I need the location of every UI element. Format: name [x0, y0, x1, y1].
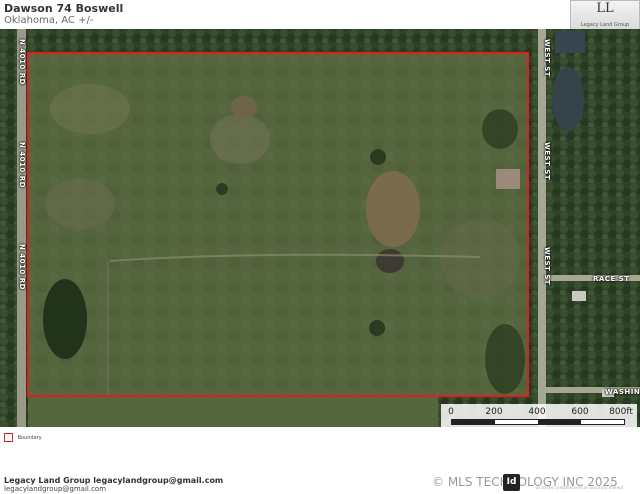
tree-cluster — [482, 109, 518, 149]
scale-segment — [452, 420, 495, 424]
logo-mark: LL — [596, 1, 614, 16]
satellite-map[interactable]: N 4010 RD N 4010 RD N 4010 RD WEST ST WE… — [0, 29, 640, 427]
map-legend: Boundary — [4, 433, 42, 442]
scale-label: 600 — [571, 407, 589, 417]
road-label-west-st: WEST ST — [543, 142, 551, 181]
small-pond — [231, 96, 257, 118]
road-label-washington: WASHING — [605, 388, 640, 396]
footer-email: legacylandgroup@gmail.com — [4, 485, 107, 493]
road-label-race-st: RACE ST — [593, 275, 630, 283]
road-n4010 — [17, 29, 26, 427]
road-label-n4010: N 4010 RD — [18, 39, 26, 85]
map-imagery — [0, 29, 640, 427]
scale-segment — [538, 420, 581, 424]
tree-cluster — [43, 279, 87, 359]
pond-east — [552, 67, 584, 131]
bare-patch — [50, 84, 130, 134]
scale-label: 0 — [448, 407, 454, 417]
tree — [216, 183, 228, 195]
tree — [369, 320, 385, 336]
road-label-n4010: N 4010 RD — [18, 142, 26, 188]
scale-label: 200 — [485, 407, 503, 417]
company-logo: LL Legacy Land Group — [570, 0, 640, 31]
lower-field — [28, 397, 438, 427]
bare-patch — [45, 179, 115, 229]
boundary-swatch-icon — [4, 433, 13, 442]
building — [572, 291, 586, 301]
logo-name: Legacy Land Group — [580, 22, 630, 28]
road-label-n4010: N 4010 RD — [18, 244, 26, 290]
footer-company: Legacy Land Group legacylandgroup@gmail.… — [4, 476, 224, 485]
disclaimer-text: as to the completeness or accuracy there… — [536, 485, 625, 490]
mls-logo-icon: Id — [503, 474, 520, 491]
scale-label: 400 — [528, 407, 546, 417]
scale-label: 800ft — [609, 407, 633, 417]
road-west-st — [538, 29, 546, 427]
pond-northeast — [555, 31, 585, 53]
pond — [366, 171, 420, 247]
legend-boundary-label: Boundary — [17, 435, 42, 441]
scale-bar: 0 200 400 600 800ft — [441, 404, 637, 428]
road-label-west-st: WEST ST — [543, 247, 551, 286]
map-title: Dawson 74 Boswell — [4, 2, 124, 15]
road-label-west-st: WEST ST — [543, 39, 551, 78]
bare-patch — [210, 114, 270, 164]
bare-patch — [440, 219, 520, 299]
tree-cluster — [485, 324, 525, 394]
pond-shadow — [376, 249, 404, 273]
map-subtitle: Oklahoma, AC +/- — [4, 15, 94, 26]
tree — [370, 149, 386, 165]
scale-ruler — [451, 419, 625, 425]
building — [496, 169, 520, 189]
